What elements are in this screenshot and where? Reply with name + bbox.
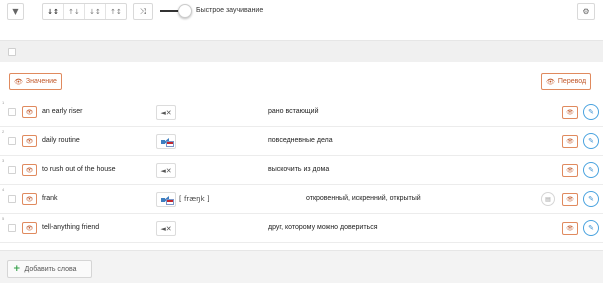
edit-icon: ✎ [588,167,594,174]
hide-translation-button[interactable]: 👁 [562,222,578,235]
word-row: 4 👁 frank [ fræŋk ] откровенный, искренн… [0,185,603,214]
shuffle-icon: ⤨ [139,6,147,16]
no-audio-button[interactable]: ◄✕ [156,163,176,178]
eye-slash-icon: 👁 [566,168,574,174]
eye-slash-icon: 👁 [25,109,34,116]
hide-term-button[interactable]: 👁 [22,164,37,176]
hide-term-button[interactable]: 👁 [22,193,37,205]
meaning-label: Значение [25,78,57,85]
translation-text: повседневные дела [268,137,333,144]
no-audio-button[interactable]: ◄✕ [156,221,176,236]
toggle-knob [178,4,192,18]
select-all-strip [0,40,603,62]
word-row: 2 👁 daily routine повседневные дела 👁 ✎ [0,127,603,156]
settings-button[interactable]: ⚙ [577,3,595,20]
us-flag-icon [166,199,174,205]
filter-icon: ▼ [12,7,19,16]
word-row: 3 👁 to rush out of the house ◄✕ выскочит… [0,156,603,185]
hide-translation-button[interactable]: 👁 [562,193,578,206]
row-checkbox[interactable] [8,224,16,232]
us-flag-icon [166,141,174,147]
term-text: daily routine [42,137,80,144]
play-audio-button[interactable] [156,192,176,207]
row-checkbox[interactable] [8,166,16,174]
row-checkbox[interactable] [8,195,16,203]
term-text: an early riser [42,108,83,115]
no-sound-icon: ◄✕ [160,166,172,175]
hide-term-button[interactable]: 👁 [22,222,37,234]
quick-learn-label: Быстрое заучивание [196,7,264,14]
translation-text: друг, которому можно довериться [268,224,378,231]
edit-icon: ✎ [588,109,594,116]
transcription-text: [ fræŋk ] [179,195,210,203]
translation-text: выскочить из дома [268,166,330,173]
translation-text: откровенный, искренний, открытый [306,195,421,202]
edit-button[interactable]: ✎ [583,191,599,207]
toolbar: ▼ ↓↕ ↑↓ ↓↕ ↑↕ ⤨ Быстрое заучивание ⚙ [0,0,603,26]
edit-button[interactable]: ✎ [583,133,599,149]
add-words-label: Добавить слова [24,265,77,273]
play-audio-button[interactable] [156,134,176,149]
row-number: 4 [2,187,5,192]
row-number: 5 [2,216,5,221]
term-text: to rush out of the house [42,166,116,173]
word-list: 1 👁 an early riser ◄✕ рано встающий 👁 ✎ … [0,98,603,243]
edit-button[interactable]: ✎ [583,104,599,120]
eye-slash-icon: 👁 [25,167,34,174]
no-sound-icon: ◄✕ [160,108,172,117]
eye-slash-icon: 👁 [566,197,574,203]
hide-translation-button[interactable]: 👁 [562,164,578,177]
row-number: 2 [2,129,5,134]
note-icon: ▤ [545,196,551,203]
select-all-checkbox[interactable] [8,48,16,56]
toggle-translation-button[interactable]: 👁 Перевод [541,73,592,90]
row-number: 3 [2,158,5,163]
hide-term-button[interactable]: 👁 [22,106,37,118]
add-words-button[interactable]: + Добавить слова [7,260,92,278]
no-sound-icon: ◄✕ [160,224,172,233]
sort-option-3[interactable]: ↓↕ [85,4,106,19]
edit-icon: ✎ [588,196,594,203]
word-row: 1 👁 an early riser ◄✕ рано встающий 👁 ✎ [0,98,603,127]
shuffle-button[interactable]: ⤨ [133,3,153,20]
edit-button[interactable]: ✎ [583,162,599,178]
eye-slash-icon: 👁 [25,138,34,145]
eye-slash-icon: 👁 [14,78,23,86]
no-audio-button[interactable]: ◄✕ [156,105,176,120]
sort-option-4[interactable]: ↑↕ [106,4,126,19]
word-row: 5 👁 tell-anything friend ◄✕ друг, которо… [0,214,603,243]
eye-slash-icon: 👁 [25,196,34,203]
eye-slash-icon: 👁 [566,110,574,116]
row-number: 1 [2,100,5,105]
row-checkbox[interactable] [8,137,16,145]
translation-label: Перевод [557,78,587,85]
sort-button-group: ↓↕ ↑↓ ↓↕ ↑↕ [42,3,127,20]
eye-slash-icon: 👁 [566,139,574,145]
eye-slash-icon: 👁 [566,226,574,232]
quick-learn-toggle[interactable] [160,4,192,18]
sort-option-1[interactable]: ↓↕ [43,4,64,19]
toggle-meaning-button[interactable]: 👁 Значение [9,73,62,90]
term-text: tell-anything friend [42,224,100,231]
eye-slash-icon: 👁 [25,225,34,232]
translation-text: рано встающий [268,108,319,115]
hide-term-button[interactable]: 👁 [22,135,37,147]
row-checkbox[interactable] [8,108,16,116]
hide-translation-button[interactable]: 👁 [562,135,578,148]
note-button[interactable]: ▤ [541,192,555,206]
hide-translation-button[interactable]: 👁 [562,106,578,119]
eye-slash-icon: 👁 [546,78,555,86]
filter-button[interactable]: ▼ [7,3,24,20]
edit-icon: ✎ [588,138,594,145]
term-text: frank [42,195,58,202]
edit-icon: ✎ [588,225,594,232]
sort-option-2[interactable]: ↑↓ [64,4,85,19]
edit-button[interactable]: ✎ [583,220,599,236]
plus-icon: + [13,264,21,274]
gear-icon: ⚙ [582,7,590,16]
